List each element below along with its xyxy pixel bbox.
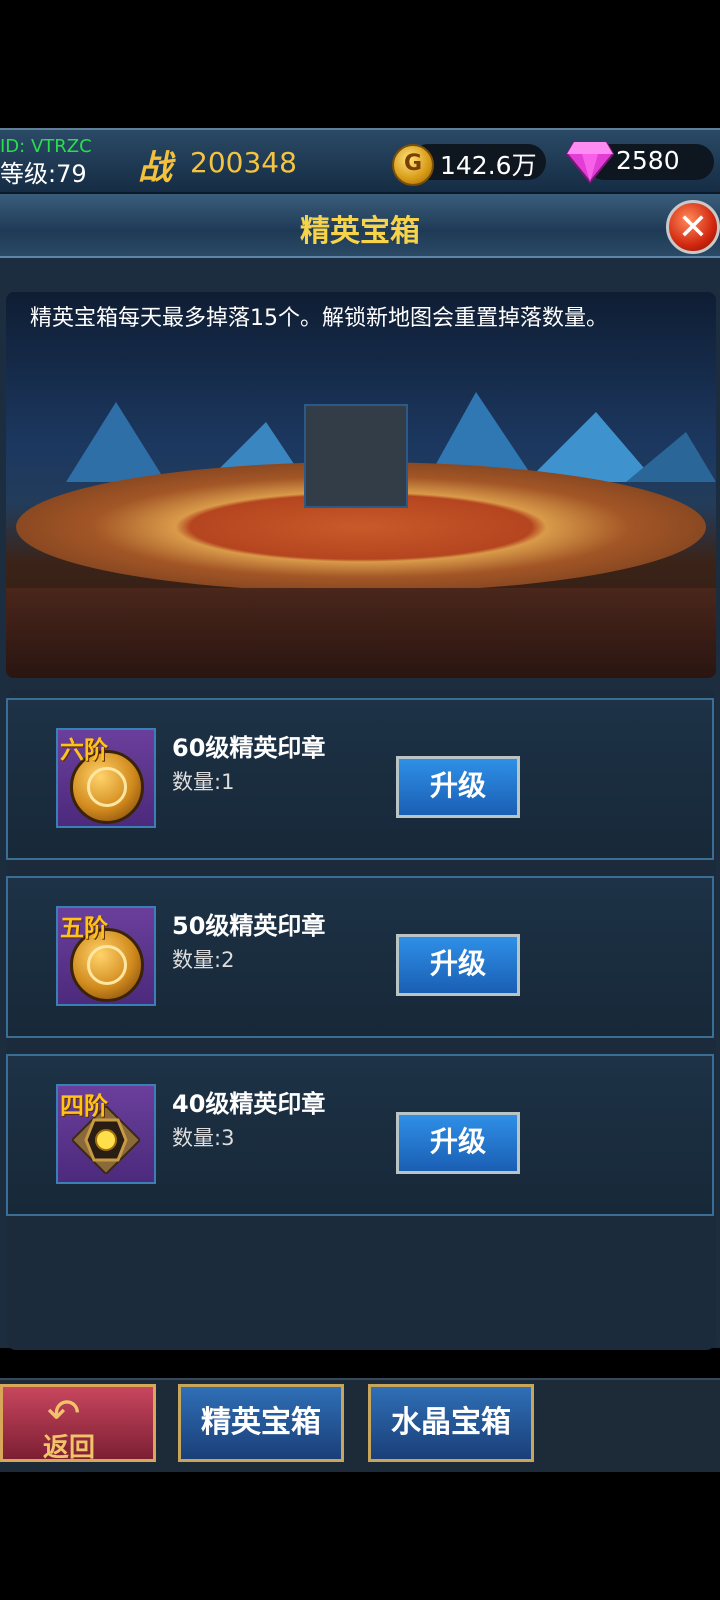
upgrade-button[interactable]: 升级	[396, 756, 520, 818]
gold-amount: 142.6万	[440, 151, 537, 180]
battle-power-icon: 战	[138, 148, 172, 188]
diamond-icon	[566, 141, 614, 184]
item-quantity: 数量:2	[172, 948, 235, 972]
arena-floor	[6, 588, 716, 678]
player-level: 等级:79	[0, 160, 87, 188]
page-title: 精英宝箱	[300, 214, 420, 249]
back-label: 返回	[43, 1433, 96, 1463]
tier-label: 四阶	[60, 1092, 108, 1120]
drop-notice: 精英宝箱每天最多掉落15个。解锁新地图会重置掉落数量。	[30, 306, 608, 331]
tab-elite-chest[interactable]: 精英宝箱	[178, 1384, 344, 1462]
tab-crystal-chest[interactable]: 水晶宝箱	[368, 1384, 534, 1462]
list-item: 四阶 40级精英印章 数量:3 升级	[6, 1054, 714, 1216]
seal-icon[interactable]: 四阶	[56, 1084, 156, 1184]
item-name: 50级精英印章	[172, 912, 326, 940]
upgrade-button[interactable]: 升级	[396, 934, 520, 996]
tier-label: 五阶	[60, 914, 108, 942]
list-item: 六阶 60级精英印章 数量:1 升级	[6, 698, 714, 860]
close-button[interactable]: ✕	[666, 200, 720, 254]
item-quantity: 数量:3	[172, 1126, 235, 1150]
panel-header: 精英宝箱	[0, 194, 720, 258]
item-quantity: 数量:1	[172, 770, 235, 794]
item-name: 60级精英印章	[172, 734, 326, 762]
list-item: 五阶 50级精英印章 数量:2 升级	[6, 876, 714, 1038]
back-button[interactable]: ↶ 返回	[0, 1384, 156, 1463]
close-icon: ✕	[677, 207, 709, 248]
gem-amount: 2580	[616, 146, 680, 175]
upgrade-button[interactable]: 升级	[396, 1112, 520, 1174]
chest-banner: 精英宝箱每天最多掉落15个。解锁新地图会重置掉落数量。	[6, 292, 716, 678]
seal-icon[interactable]: 五阶	[56, 906, 156, 1006]
seal-icon[interactable]: 六阶	[56, 728, 156, 828]
battle-power-value: 200348	[190, 146, 297, 179]
item-name: 40级精英印章	[172, 1090, 326, 1118]
tier-label: 六阶	[60, 736, 108, 764]
gold-coin-icon: G	[392, 144, 434, 186]
chest-image-placeholder	[304, 404, 408, 508]
